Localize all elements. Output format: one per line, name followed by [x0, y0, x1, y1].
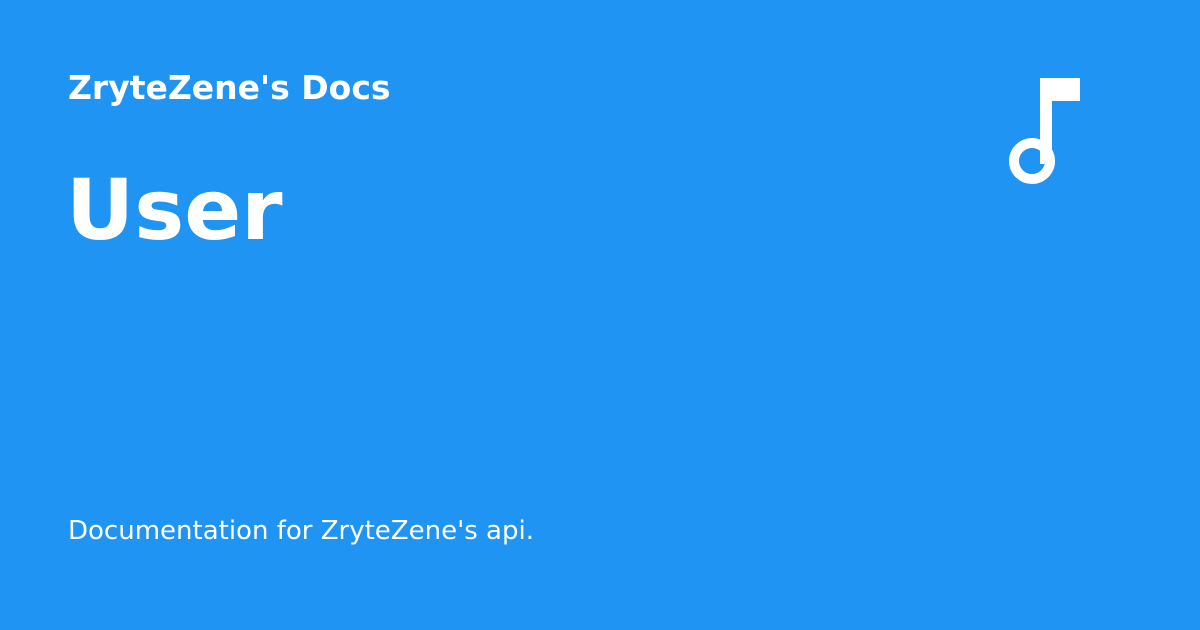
page-title: User	[66, 161, 283, 259]
site-name: ZryteZene's Docs	[68, 68, 391, 107]
music-note-icon	[1004, 74, 1084, 190]
page-description: Documentation for ZryteZene's api.	[68, 516, 534, 546]
social-card: ZryteZene's Docs User Documentation for …	[0, 0, 1200, 630]
